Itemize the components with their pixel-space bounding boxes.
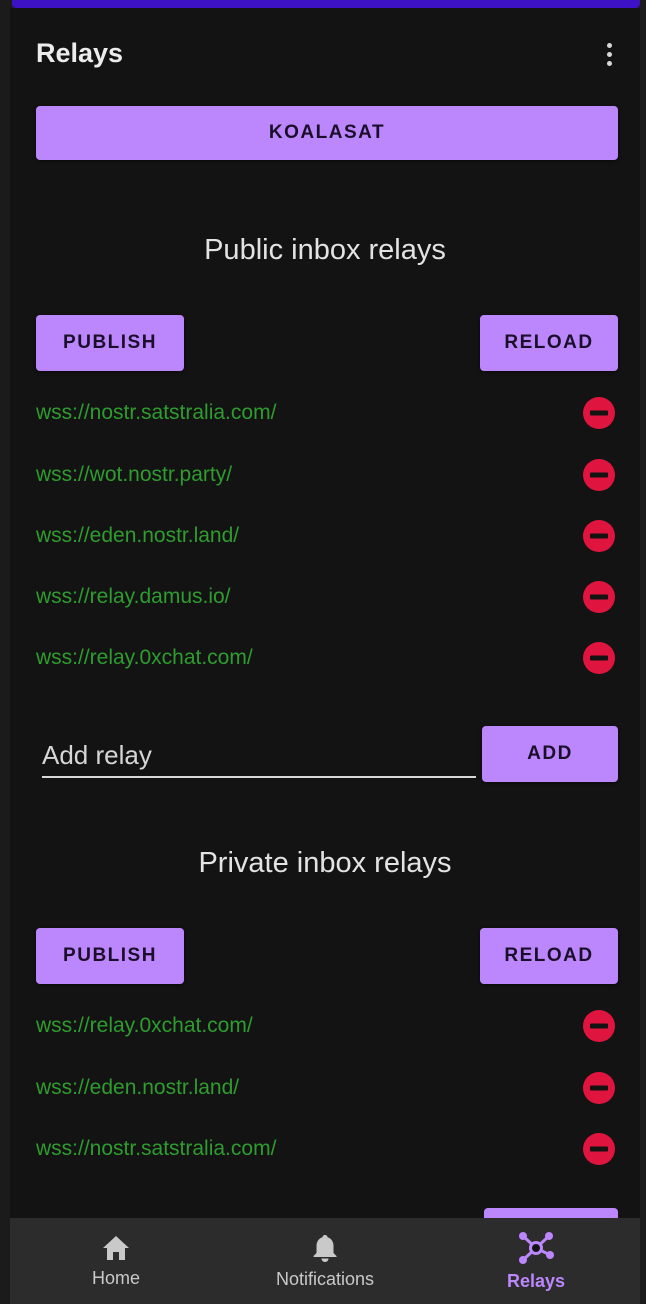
public-relay-item: wss://nostr.satstralia.com/ (36, 401, 277, 424)
nav-item-notifications[interactable]: Notifications (260, 1218, 390, 1304)
remove-relay-icon[interactable] (583, 520, 615, 552)
bottom-navigation: Home Notifications Relays (10, 1218, 640, 1304)
add-relay-button[interactable]: ADD (482, 726, 618, 782)
remove-relay-icon[interactable] (583, 1010, 615, 1042)
remove-relay-icon[interactable] (583, 642, 615, 674)
public-publish-button[interactable]: PUBLISH (36, 315, 184, 371)
app-frame: Relays KOALASAT Public inbox relays PUBL… (0, 0, 646, 1304)
hub-icon (519, 1231, 554, 1264)
more-vert-icon[interactable] (598, 38, 620, 70)
nav-label-notifications: Notifications (275, 1268, 375, 1289)
private-relays-title: Private inbox relays (198, 847, 452, 879)
remove-relay-icon[interactable] (583, 1072, 615, 1104)
status-bar (12, 0, 640, 8)
page-title: Relays (36, 38, 124, 68)
bell-icon (313, 1234, 337, 1262)
private-relay-item: wss://relay.0xchat.com/ (36, 1014, 253, 1037)
nav-label-home: Home (91, 1267, 140, 1288)
nav-item-home[interactable]: Home (66, 1218, 166, 1304)
add-relay-field (42, 736, 476, 778)
nav-item-relays[interactable]: Relays (486, 1218, 586, 1304)
public-reload-button[interactable]: RELOAD (480, 315, 618, 371)
remove-relay-icon[interactable] (583, 397, 615, 429)
home-icon (103, 1235, 129, 1260)
private-reload-button[interactable]: RELOAD (480, 928, 618, 984)
remove-relay-icon[interactable] (583, 581, 615, 613)
public-relay-item: wss://relay.damus.io/ (36, 585, 231, 608)
add-relay-input[interactable] (42, 736, 476, 774)
relays-screen: Relays KOALASAT Public inbox relays PUBL… (10, 8, 640, 1304)
public-relay-item: wss://relay.0xchat.com/ (36, 646, 253, 669)
remove-relay-icon[interactable] (583, 1133, 615, 1165)
private-relay-item: wss://eden.nostr.land/ (36, 1076, 240, 1099)
private-relay-item: wss://nostr.satstralia.com/ (36, 1137, 277, 1160)
public-relay-item: wss://eden.nostr.land/ (36, 524, 240, 547)
nav-label-relays: Relays (506, 1270, 566, 1291)
private-publish-button[interactable]: PUBLISH (36, 928, 184, 984)
remove-relay-icon[interactable] (583, 459, 615, 491)
account-button[interactable]: KOALASAT (36, 106, 618, 160)
public-relay-item: wss://wot.nostr.party/ (36, 463, 233, 486)
public-relays-title: Public inbox relays (204, 234, 446, 266)
